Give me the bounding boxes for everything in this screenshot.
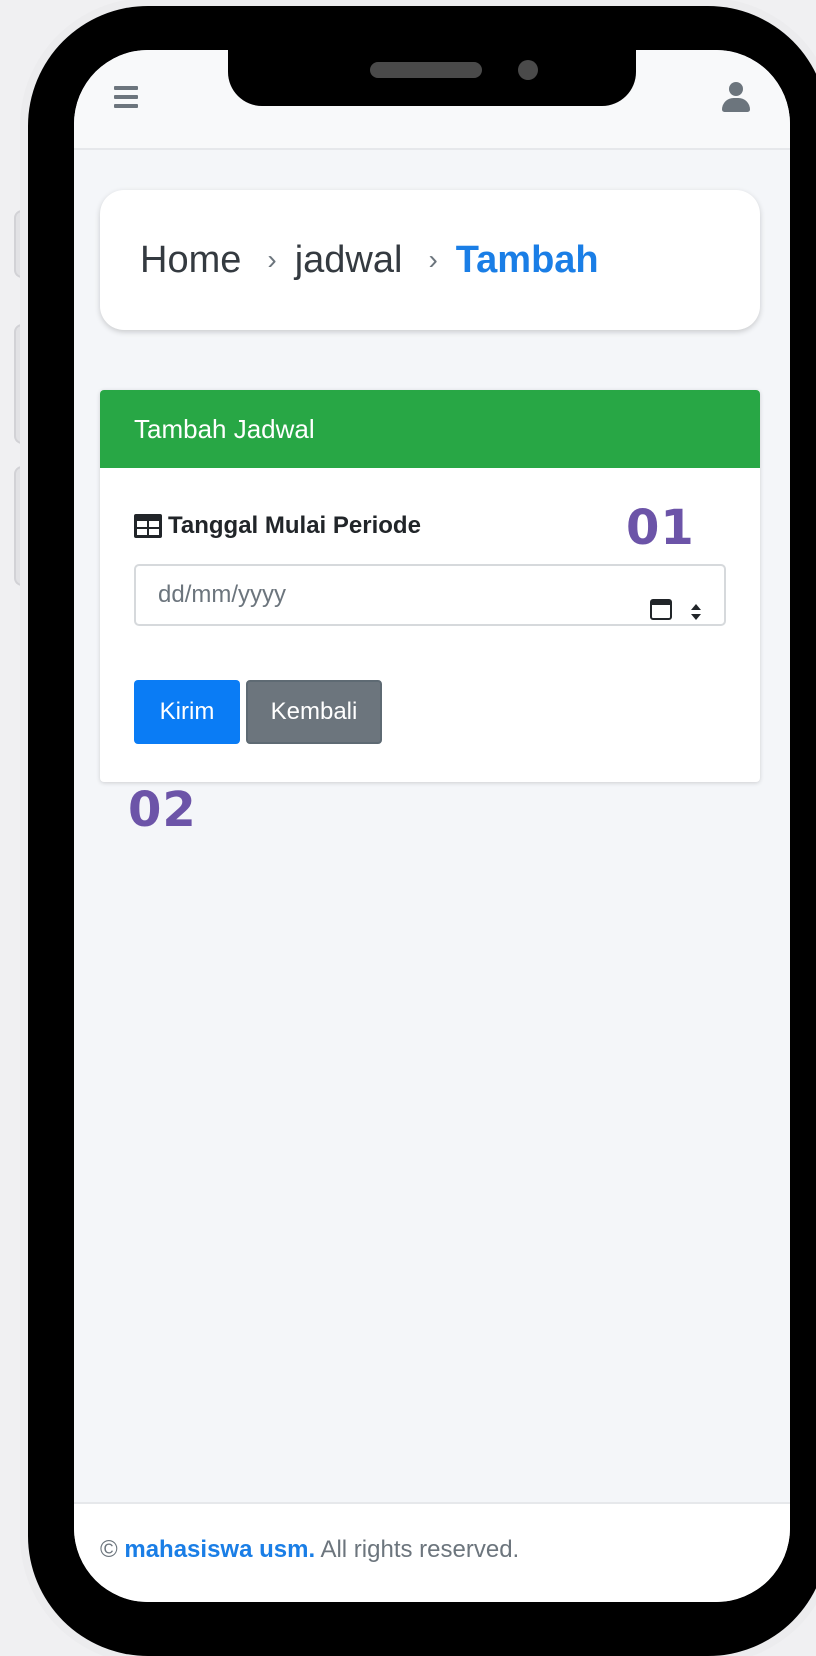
breadcrumb: Home › jadwal › Tambah bbox=[100, 190, 760, 330]
kirim-button[interactable]: Kirim bbox=[134, 680, 240, 744]
speaker bbox=[370, 62, 482, 78]
field-label-text: Tanggal Mulai Periode bbox=[168, 512, 421, 539]
kembali-button[interactable]: Kembali bbox=[246, 680, 382, 744]
breadcrumb-separator: › bbox=[267, 244, 277, 275]
step-annotation-02: 02 bbox=[128, 782, 197, 838]
hamburger-menu-icon[interactable] bbox=[114, 86, 138, 108]
tambah-jadwal-card: Tambah Jadwal Tanggal Mulai Periode dd/m… bbox=[100, 390, 760, 782]
calendar-icon[interactable] bbox=[650, 584, 672, 620]
date-input-tanggal-mulai[interactable]: dd/mm/yyyy bbox=[134, 564, 726, 626]
date-input-placeholder: dd/mm/yyyy bbox=[158, 581, 287, 608]
step-annotation-01: 01 bbox=[626, 500, 695, 556]
footer-rights-text: All rights reserved. bbox=[320, 1536, 520, 1563]
copyright-symbol: © bbox=[100, 1536, 118, 1563]
footer-brand-link[interactable]: mahasiswa usm. bbox=[124, 1536, 315, 1563]
breadcrumb-separator: › bbox=[428, 244, 438, 275]
field-label-tanggal: Tanggal Mulai Periode bbox=[134, 512, 421, 540]
breadcrumb-active-tambah: Tambah bbox=[455, 238, 599, 281]
spinner-arrows-icon[interactable] bbox=[690, 586, 702, 620]
phone-notch bbox=[228, 40, 636, 106]
table-icon bbox=[134, 514, 162, 538]
card-header: Tambah Jadwal bbox=[100, 390, 760, 468]
user-icon[interactable] bbox=[722, 82, 750, 114]
footer: © mahasiswa usm. All rights reserved. bbox=[74, 1502, 790, 1602]
breadcrumb-jadwal[interactable]: jadwal bbox=[295, 239, 403, 282]
breadcrumb-home[interactable]: Home bbox=[140, 239, 241, 282]
front-camera bbox=[518, 60, 538, 80]
